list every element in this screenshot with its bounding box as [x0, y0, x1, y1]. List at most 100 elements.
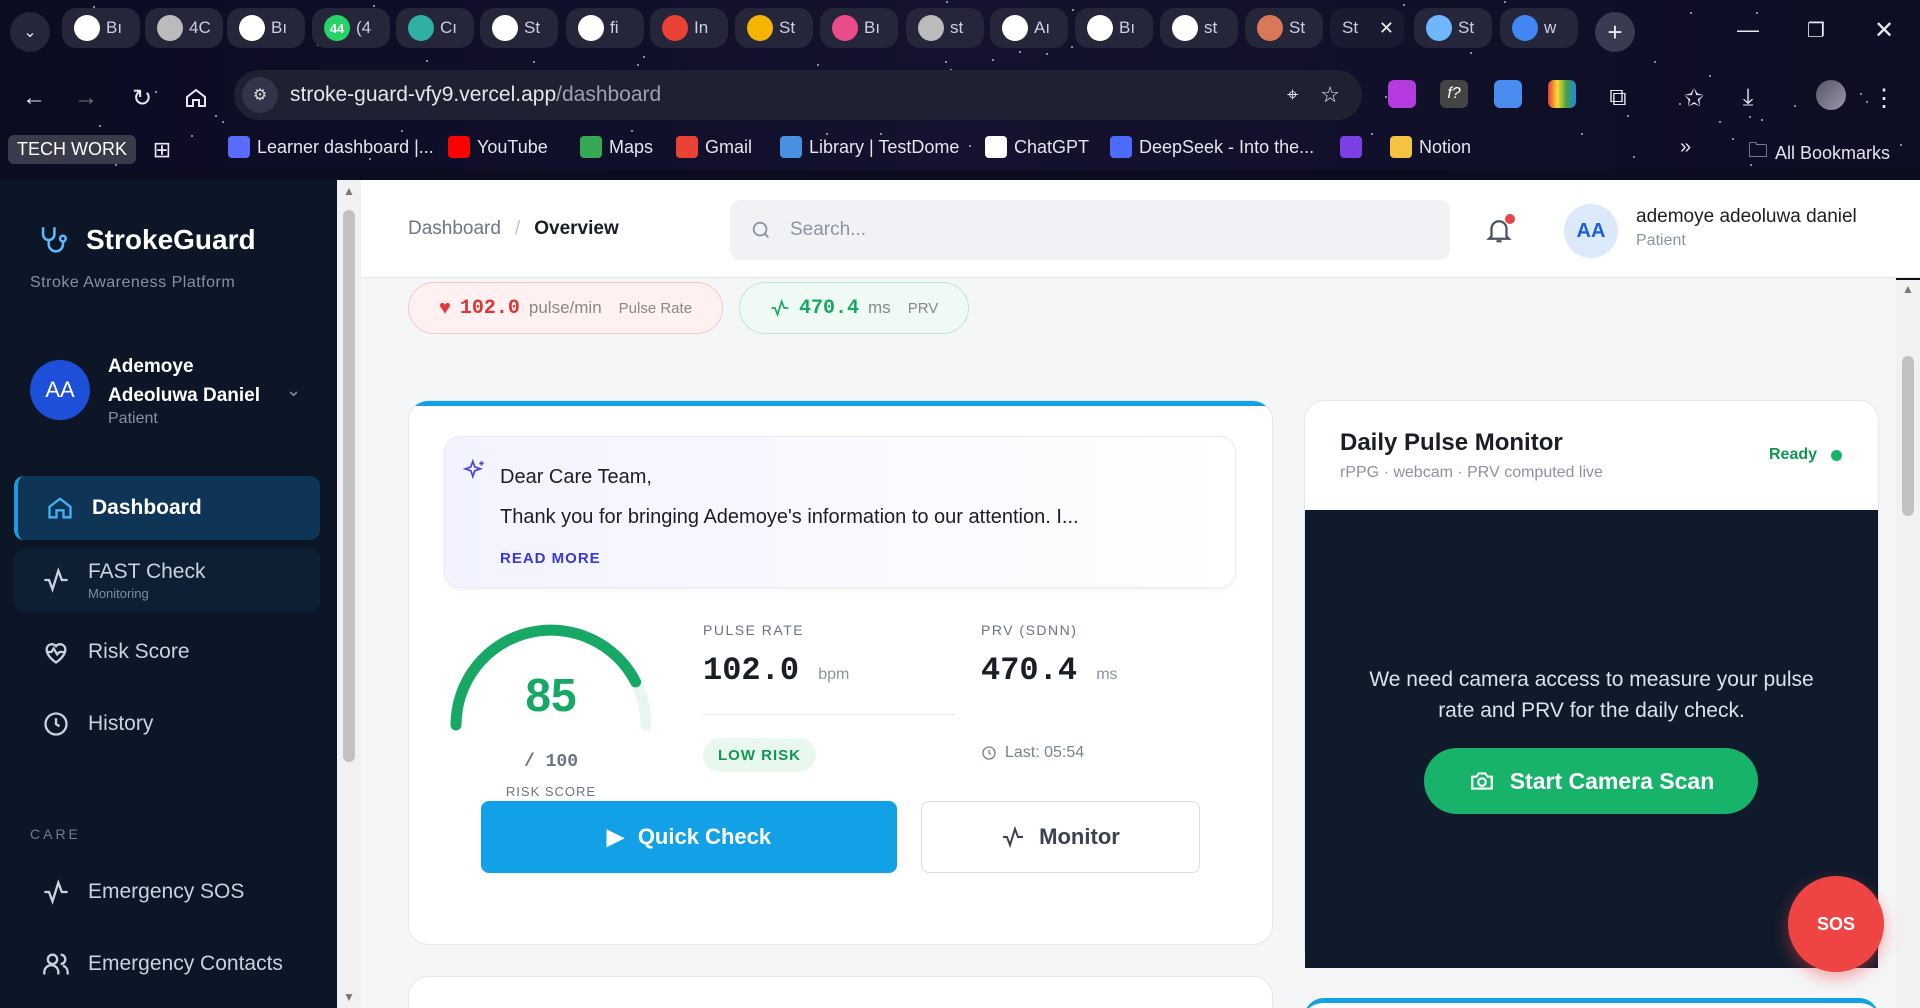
sidebar-item-dashboard[interactable]: Dashboard [14, 476, 320, 540]
extension-icon[interactable] [1494, 80, 1522, 108]
browser-tab[interactable]: St [735, 8, 813, 48]
tab-title: 4C [189, 18, 211, 38]
bookmark-folder-tech-work[interactable]: TECH WORK [8, 135, 136, 164]
page-scrollbar[interactable] [1896, 280, 1920, 1008]
bookmarks-overflow-button[interactable]: » [1680, 136, 1691, 159]
browser-tab[interactable]: Bı [820, 8, 898, 48]
browser-tab[interactable]: fi [566, 8, 644, 48]
breadcrumb: Dashboard / Overview [408, 218, 619, 240]
forward-button[interactable]: → [68, 80, 104, 116]
sidebar-user-card[interactable]: AA Ademoye Adeoluwa Daniel Patient ⌄ [30, 352, 301, 428]
sidebar-item-emergency-contacts[interactable]: Emergency Contacts [14, 932, 320, 996]
maps-icon [580, 136, 602, 158]
all-bookmarks-button[interactable]: 🗀 All Bookmarks [1748, 136, 1890, 170]
restore-button[interactable]: ❐ [1798, 12, 1834, 48]
activity-icon [770, 298, 790, 318]
quick-check-label: Quick Check [638, 824, 771, 850]
notifications-button[interactable] [1484, 214, 1518, 248]
close-window-button[interactable]: ✕ [1866, 12, 1902, 48]
scrollbar-thumb[interactable] [343, 210, 355, 762]
browser-tab[interactable]: Bı [227, 8, 305, 48]
bookmark-item[interactable]: ChatGPT [985, 136, 1089, 158]
scrollbar-thumb[interactable] [1902, 356, 1914, 516]
browser-tab[interactable]: St [1245, 8, 1323, 48]
bookmark-item[interactable]: Maps [580, 136, 653, 158]
browser-tab[interactable]: Bı [1075, 8, 1153, 48]
browser-tab[interactable]: St [480, 8, 558, 48]
sidebar-item-history[interactable]: History [14, 692, 320, 756]
openai-icon [1002, 15, 1028, 41]
tab-title: St [1289, 18, 1305, 38]
prv-chip: 470.4 ms PRV [739, 282, 969, 334]
browser-tab[interactable]: 44 (4 [312, 8, 390, 48]
prv-value: 470.4 [981, 652, 1077, 689]
quick-check-button[interactable]: ▶ Quick Check [481, 801, 897, 873]
download-icon[interactable]: ⤓ [1730, 80, 1766, 116]
scroll-up-arrow-icon[interactable]: ▲ [343, 184, 355, 198]
bookmark-item[interactable]: Library | TestDome [780, 136, 959, 158]
tab-title: w [1544, 18, 1556, 38]
browser-tab[interactable]: Aı [990, 8, 1068, 48]
home-button[interactable] [178, 80, 214, 116]
scroll-up-arrow-icon[interactable]: ▲ [1902, 282, 1914, 296]
fonts-extension-icon[interactable]: f? [1440, 80, 1468, 108]
browser-tab[interactable]: 4C [145, 8, 223, 48]
tab-active[interactable]: St ✕ [1330, 8, 1404, 48]
extensions-puzzle-icon[interactable]: ⧉ [1600, 80, 1636, 116]
chevron-down-icon[interactable]: ⌄ [286, 380, 301, 401]
github-icon [74, 15, 100, 41]
site-info-icon[interactable]: ⚙ [242, 77, 278, 113]
prv-unit: ms [1096, 666, 1117, 683]
sidebar-item-fast-check[interactable]: FAST Check Monitoring [14, 548, 320, 612]
browser-tab[interactable]: w [1500, 8, 1578, 48]
close-tab-icon[interactable]: ✕ [1379, 18, 1394, 39]
new-tab-button[interactable]: + [1595, 12, 1635, 52]
bookmarks-star-icon[interactable]: ✩ [1676, 80, 1712, 116]
bookmark-item[interactable]: DeepSeek - Into the... [1110, 136, 1314, 158]
minimize-button[interactable]: — [1730, 12, 1766, 48]
bookmark-item[interactable]: Gmail [676, 136, 752, 158]
bookmark-item[interactable] [1340, 136, 1362, 158]
search-input[interactable]: Search... [730, 200, 1450, 260]
browser-tab[interactable]: St [1414, 8, 1492, 48]
bookmark-label: Notion [1419, 137, 1471, 158]
openai-icon [985, 136, 1007, 158]
extension-icon[interactable] [1388, 80, 1416, 108]
risk-score-label: RISK SCORE [446, 784, 656, 799]
bookmark-star-icon[interactable]: ☆ [1320, 82, 1340, 108]
reload-button[interactable]: ↻ [124, 80, 160, 116]
tab-title: Bı [1119, 18, 1135, 38]
header-avatar[interactable]: AA [1564, 204, 1618, 258]
brand[interactable]: StrokeGuard [36, 222, 256, 258]
scroll-down-arrow-icon[interactable]: ▼ [343, 990, 355, 1004]
sidebar-scrollbar[interactable]: ▲ ▼ [337, 180, 361, 1008]
apps-grid-icon[interactable]: ⊞ [144, 132, 180, 168]
bookmark-item[interactable]: YouTube [448, 136, 548, 158]
bookmark-item[interactable]: Learner dashboard |... [228, 136, 434, 158]
start-camera-scan-button[interactable]: Start Camera Scan [1424, 748, 1758, 814]
browser-tab[interactable]: Cı [396, 8, 474, 48]
deepseek-icon [1110, 136, 1132, 158]
users-icon [42, 950, 70, 978]
menu-kebab-icon[interactable]: ⋮ [1866, 80, 1902, 116]
back-button[interactable]: ← [16, 80, 52, 116]
location-icon[interactable]: ⌖ [1287, 84, 1298, 107]
sos-button[interactable]: SOS [1788, 876, 1884, 972]
risk-score-value: 85 [446, 668, 656, 722]
address-bar[interactable]: ⚙ stroke-guard-vfy9.vercel.app/dashboard… [234, 70, 1362, 120]
bookmark-item[interactable]: Notion [1390, 136, 1471, 158]
sidebar-item-risk-score[interactable]: Risk Score [14, 620, 320, 684]
profile-avatar[interactable] [1816, 80, 1846, 110]
heart-pulse-icon [42, 638, 70, 666]
search-placeholder: Search... [790, 219, 866, 241]
sidebar-item-emergency-sos[interactable]: Emergency SOS [14, 860, 320, 924]
read-more-link[interactable]: READ MORE [500, 550, 601, 567]
tab-search-button[interactable]: ⌄ [10, 12, 50, 52]
breadcrumb-root[interactable]: Dashboard [408, 218, 501, 240]
browser-tab[interactable]: In [650, 8, 728, 48]
browser-tab[interactable]: st [1160, 8, 1238, 48]
browser-tab[interactable]: st [906, 8, 984, 48]
browser-tab[interactable]: Bı [62, 8, 140, 48]
monitor-button[interactable]: Monitor [921, 801, 1200, 873]
color-extension-icon[interactable] [1548, 80, 1576, 108]
